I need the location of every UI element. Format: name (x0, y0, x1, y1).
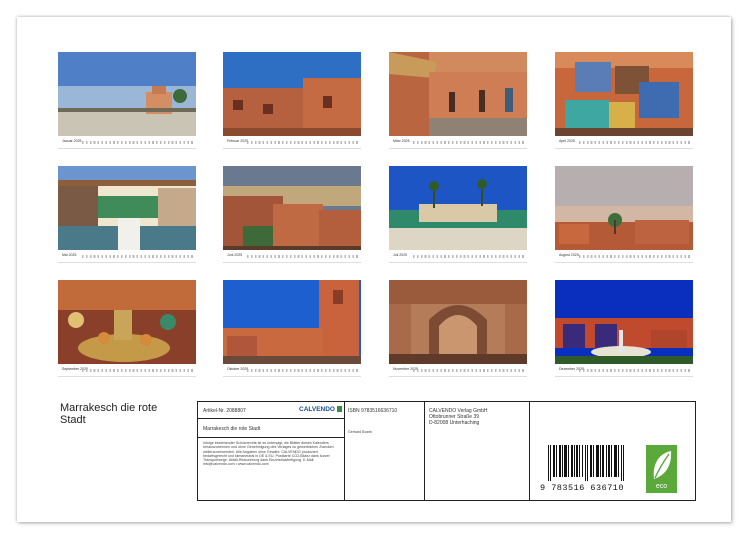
publisher-city: D-82008 Unterhaching (429, 420, 480, 426)
leaf-icon (653, 451, 672, 479)
month-july: Juli 2025 (389, 166, 527, 263)
legal-text: Infolge bestehender Schutzrechte ist es … (203, 441, 334, 467)
month-calendar-strip: Juni 2025 (223, 250, 361, 263)
isbn: ISBN 9783516636710 (348, 408, 398, 414)
month-name: März 2025 (393, 139, 410, 143)
month-august: August 2025 (555, 166, 693, 263)
month-december: Dezember 2025 (555, 280, 693, 377)
month-name: Oktober 2025 (227, 367, 249, 371)
calvendo-logo-icon (337, 406, 342, 413)
month-april: April 2025 (555, 52, 693, 149)
month-calendar-strip: September 2025 (58, 364, 196, 377)
month-calendar-strip: April 2025 (555, 136, 693, 149)
barcode-number: 9 783516 636710 (540, 483, 625, 493)
month-calendar-strip: Januar 2025 (58, 136, 196, 149)
calendar-title: Marrakesch die rote Stadt (60, 402, 158, 426)
month-photo (223, 280, 361, 364)
month-calendar-strip: Mai 2025 (58, 250, 196, 263)
month-name: August 2025 (559, 253, 579, 257)
month-photo (58, 166, 196, 250)
month-name: Mai 2025 (62, 253, 77, 257)
month-photo (389, 52, 527, 136)
author: Gerhard Bozek (348, 430, 373, 434)
month-photo (389, 166, 527, 250)
month-photo (555, 280, 693, 364)
month-calendar-strip: November 2025 (389, 364, 527, 377)
month-name: Februar 2025 (227, 139, 249, 143)
month-november: November 2025 (389, 280, 527, 377)
month-calendar-strip: August 2025 (555, 250, 693, 263)
month-calendar-strip: Juli 2025 (389, 250, 527, 263)
month-photo (58, 52, 196, 136)
product-title: Marrakesch die rote Stadt (203, 426, 261, 432)
month-name: Juni 2025 (227, 253, 243, 257)
info-column-product: Artikel-Nr. 2088807 CALVENDO Marrakesch … (198, 402, 345, 500)
calvendo-logo: CALVENDO (299, 406, 342, 413)
month-calendar-strip: Februar 2025 (223, 136, 361, 149)
month-photo (223, 52, 361, 136)
month-photo (223, 166, 361, 250)
month-october: Oktober 2025 (223, 280, 361, 377)
month-photo (389, 280, 527, 364)
month-calendar-strip: Dezember 2025 (555, 364, 693, 377)
month-february: Februar 2025 (223, 52, 361, 149)
month-photo (555, 166, 693, 250)
article-number: Artikel-Nr. 2088807 (203, 408, 246, 414)
month-name: April 2025 (559, 139, 575, 143)
month-photo (555, 52, 693, 136)
month-calendar-strip: Oktober 2025 (223, 364, 361, 377)
info-column-isbn: ISBN 9783516636710 Gerhard Bozek (344, 402, 425, 500)
month-calendar-strip: März 2025 (389, 136, 527, 149)
month-march: März 2025 (389, 52, 527, 149)
month-may: Mai 2025 (58, 166, 196, 263)
barcode (548, 445, 624, 481)
month-september: September 2025 (58, 280, 196, 377)
month-june: Juni 2025 (223, 166, 361, 263)
eco-badge: eco (646, 445, 677, 493)
calvendo-logo-text: CALVENDO (299, 406, 335, 413)
month-photo (58, 280, 196, 364)
month-name: Juli 2025 (393, 253, 408, 257)
month-name: Januar 2025 (62, 139, 82, 143)
month-january: Januar 2025 (58, 52, 196, 149)
eco-label: eco (655, 483, 668, 490)
info-column-publisher: CALVENDO Verlag GmbH Ottobrunner Straße … (424, 402, 530, 500)
